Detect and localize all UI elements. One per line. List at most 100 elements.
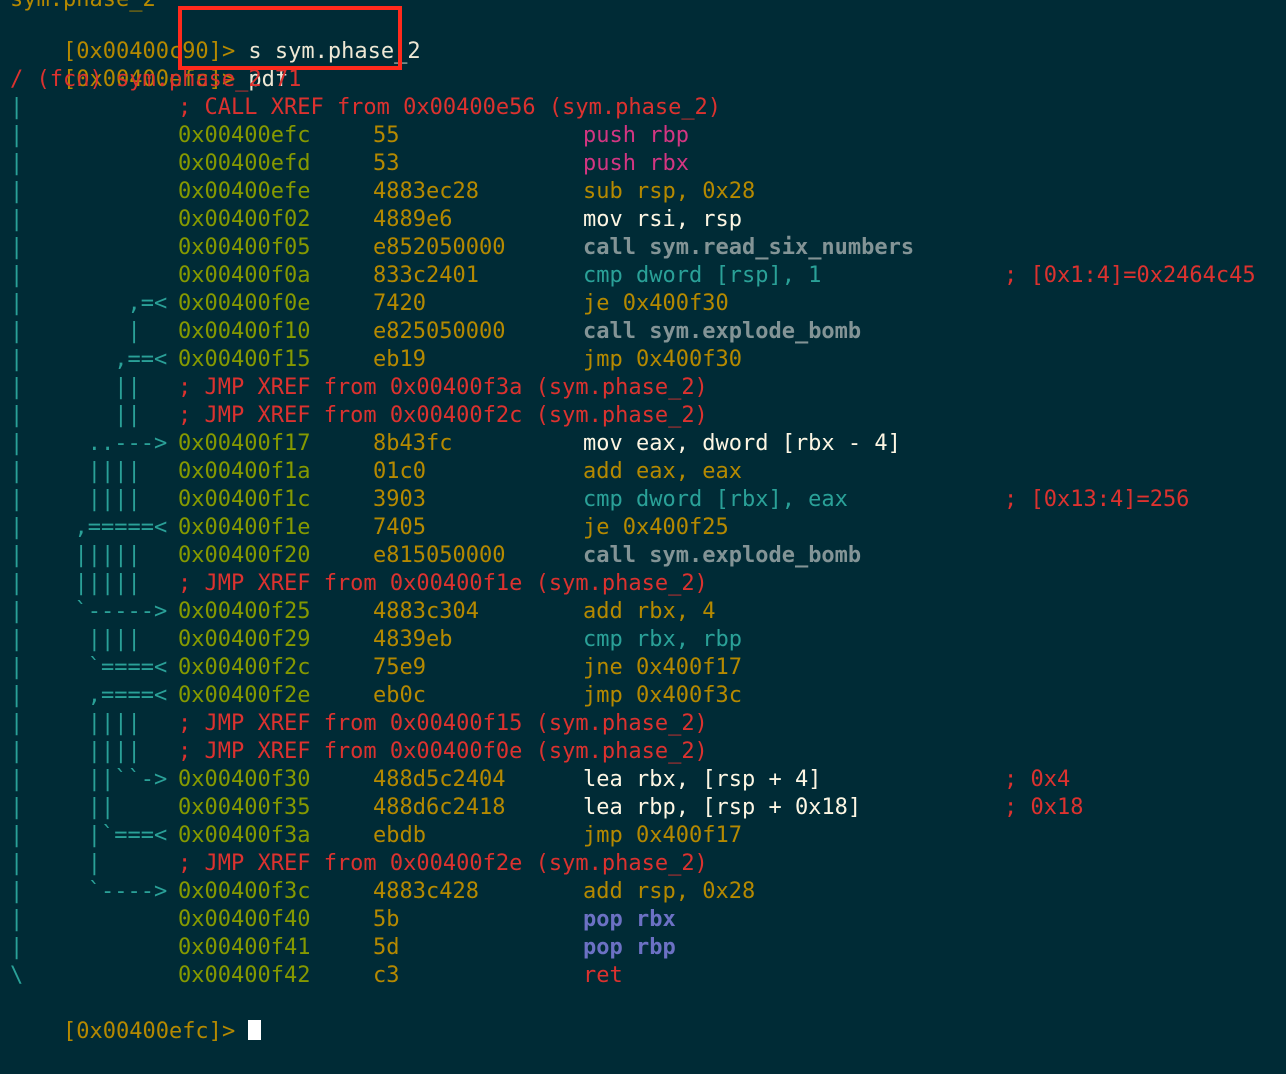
gutter-marker: | xyxy=(10,571,24,596)
instruction-mnemonic: add xyxy=(583,599,623,624)
flow-arrows: | xyxy=(48,851,181,876)
instruction-mnemonic: mov xyxy=(583,207,623,232)
instruction-operands: 0x400f17 xyxy=(636,823,742,848)
xref-comment: ; JMP XREF from 0x00400f2e (sym.phase_2) xyxy=(178,851,708,876)
flow-arrows: |||| xyxy=(48,627,181,652)
gutter-marker: | xyxy=(10,235,24,260)
gutter-marker: | xyxy=(10,683,24,708)
instruction-operands: eax, eax xyxy=(636,459,742,484)
instruction-mnemonic: pop xyxy=(583,907,623,932)
instruction-bytes: eb0c xyxy=(373,683,426,708)
xref-line: | || ; JMP XREF from 0x00400f2c (sym.pha… xyxy=(10,402,708,430)
instruction-line: | | 0x00400f10 e825050000 call sym.explode_… xyxy=(10,318,861,346)
instruction-mnemonic: jmp xyxy=(583,683,623,708)
instruction-operands: eax, dword [rbx - 4] xyxy=(636,431,901,456)
instruction-bytes: 53 xyxy=(373,151,400,176)
instruction-line: | `----> 0x00400f3c 4883c428 add rsp, 0x28 xyxy=(10,878,755,906)
instruction-line: | ..---> 0x00400f17 8b43fc mov eax, dword [… xyxy=(10,430,901,458)
gutter-marker: | xyxy=(10,627,24,652)
instruction-line: | 0x00400efe 4883ec28 sub rsp, 0x28 xyxy=(10,178,755,206)
instruction-line: | |||| 0x00400f1a 01c0 add eax, eax xyxy=(10,458,742,486)
instruction-bytes: 8b43fc xyxy=(373,431,453,456)
instruction-mnemonic: push xyxy=(583,151,636,176)
instruction-bytes: e852050000 xyxy=(373,235,506,260)
flow-arrows: | xyxy=(48,319,181,344)
instruction-line: | |||| 0x00400f1c 3903 cmp dword [rbx], eax… xyxy=(10,486,1189,514)
terminal-window[interactable]: sym.phase_2 [0x00400c90]> s sym.phase_2 … xyxy=(0,0,1286,1044)
instruction-mnemonic: push xyxy=(583,123,636,148)
xref-line: | |||| ; JMP XREF from 0x00400f15 (sym.p… xyxy=(10,710,708,738)
instruction-bytes: 4883ec28 xyxy=(373,179,479,204)
flow-arrows: `----> xyxy=(48,879,181,904)
instruction-mnemonic: jne xyxy=(583,655,623,680)
gutter-marker: | xyxy=(10,291,24,316)
instruction-mnemonic: jmp xyxy=(583,347,623,372)
xref-comment: ; JMP XREF from 0x00400f3a (sym.phase_2) xyxy=(178,375,708,400)
instruction-address: 0x00400efe xyxy=(178,179,311,204)
instruction-address: 0x00400efc xyxy=(178,123,311,148)
command-input[interactable] xyxy=(235,1019,248,1044)
instruction-operands: 0x400f30 xyxy=(636,347,742,372)
gutter-marker: | xyxy=(10,347,24,372)
gutter-marker: | xyxy=(10,599,24,624)
prompt-line-1: [0x00400c90]> s sym.phase_2 xyxy=(10,10,421,64)
xref-line: | |||| ; JMP XREF from 0x00400f0e (sym.p… xyxy=(10,738,708,766)
instruction-operands: 0x400f17 xyxy=(636,655,742,680)
gutter-marker: | xyxy=(10,263,24,288)
gutter-marker: | xyxy=(10,879,24,904)
xref-line: | || ; JMP XREF from 0x00400f3a (sym.pha… xyxy=(10,374,708,402)
instruction-line: | |||| 0x00400f29 4839eb cmp rbx, rbp xyxy=(10,626,742,654)
input-prompt-line[interactable]: [0x00400efc]> xyxy=(10,990,262,1044)
instruction-address: 0x00400f40 xyxy=(178,907,311,932)
instruction-bytes: ebdb xyxy=(373,823,426,848)
instruction-operands: rsp, 0x28 xyxy=(636,179,756,204)
gutter-marker: | xyxy=(10,123,24,148)
instruction-operands: sym.explode_bomb xyxy=(649,319,862,344)
instruction-address: 0x00400f3c xyxy=(178,879,311,904)
instruction-bytes: 55 xyxy=(373,123,400,148)
instruction-bytes: 4889e6 xyxy=(373,207,453,232)
gutter-marker: | xyxy=(10,403,24,428)
instruction-line: | ,=< 0x00400f0e 7420 je 0x400f30 xyxy=(10,290,729,318)
instruction-line: | 0x00400f05 e852050000 call sym.read_six_nu… xyxy=(10,234,914,262)
instruction-mnemonic: call xyxy=(583,543,636,568)
flow-arrows: |||| xyxy=(48,711,181,736)
gutter-marker: | xyxy=(10,739,24,764)
instruction-operands: rbx, rbp xyxy=(636,627,742,652)
gutter-marker: | xyxy=(10,907,24,932)
xref-line: | ; CALL XREF from 0x00400e56 (sym.phase_… xyxy=(10,94,721,122)
flow-arrows: ||||| xyxy=(48,543,181,568)
flow-arrows: ,==< xyxy=(48,347,181,372)
inline-comment: ; [0x1:4]=0x2464c45 xyxy=(1004,263,1256,288)
instruction-line: | 0x00400f02 4889e6 mov rsi, rsp xyxy=(10,206,742,234)
instruction-mnemonic: ret xyxy=(583,963,623,988)
instruction-mnemonic: jmp xyxy=(583,823,623,848)
instruction-address: 0x00400f15 xyxy=(178,347,311,372)
instruction-operands: rbp xyxy=(636,935,676,960)
instruction-address: 0x00400f25 xyxy=(178,599,311,624)
flow-arrows: ||``-> xyxy=(48,767,181,792)
flow-arrows: || xyxy=(48,375,181,400)
instruction-bytes: 4839eb xyxy=(373,627,453,652)
instruction-operands: dword [rbx], eax xyxy=(636,487,848,512)
instruction-line: | ||``-> 0x00400f30 488d5c2404 lea rbx, [rs… xyxy=(10,766,1070,794)
instruction-operands: 0x400f30 xyxy=(622,291,729,316)
gutter-marker: | xyxy=(10,431,24,456)
instruction-mnemonic: je xyxy=(583,515,610,540)
gutter-marker: | xyxy=(10,795,24,820)
gutter-marker: | xyxy=(10,207,24,232)
instruction-bytes: 7405 xyxy=(373,515,426,540)
flow-arrows: ||||| xyxy=(48,571,181,596)
instruction-address: 0x00400f3a xyxy=(178,823,311,848)
instruction-line: \ 0x00400f42 c3 ret xyxy=(10,962,623,990)
instruction-operands: rsp, 0x28 xyxy=(636,879,756,904)
instruction-line: | ,====< 0x00400f2e eb0c jmp 0x400f3c xyxy=(10,682,742,710)
flow-arrows: ..---> xyxy=(48,431,181,456)
flow-arrows: |||| xyxy=(48,459,181,484)
instruction-mnemonic: cmp xyxy=(583,263,623,288)
instruction-mnemonic: add xyxy=(583,879,623,904)
inline-comment: ; 0x4 xyxy=(1004,767,1071,792)
instruction-bytes: 488d5c2404 xyxy=(373,767,506,792)
instruction-operands: rbp xyxy=(649,123,689,148)
gutter-marker: | xyxy=(10,487,24,512)
